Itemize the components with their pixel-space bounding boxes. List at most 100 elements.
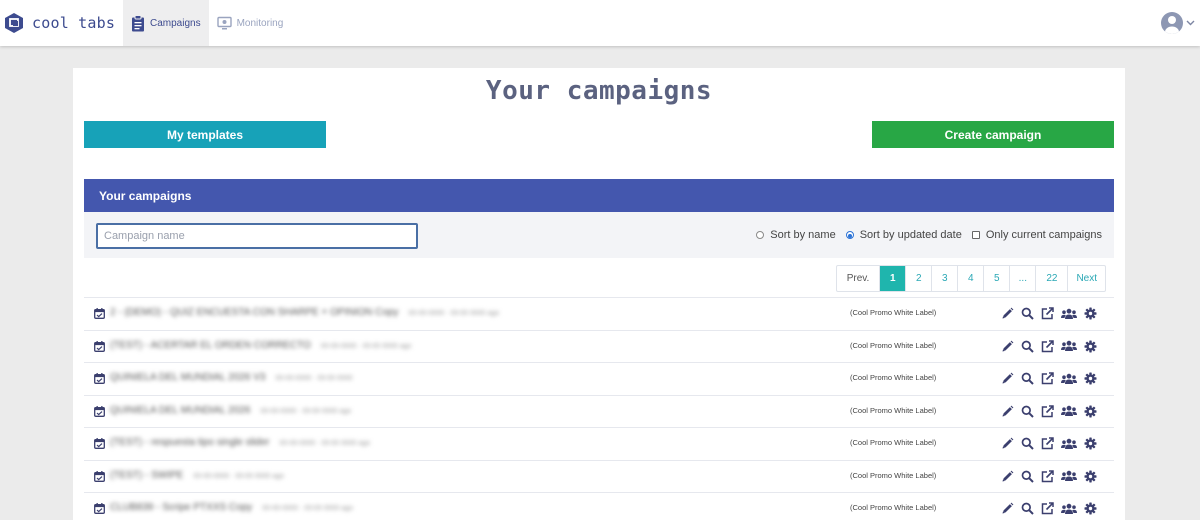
- gear-icon[interactable]: [1084, 372, 1097, 385]
- users-icon[interactable]: [1061, 373, 1077, 385]
- external-link-icon[interactable]: [1041, 502, 1054, 515]
- sort-by-date-label: Sort by updated date: [859, 229, 962, 241]
- my-templates-button[interactable]: My templates: [84, 121, 326, 148]
- page-title: Your campaigns: [485, 76, 713, 106]
- pencil-icon[interactable]: [1001, 405, 1014, 418]
- gear-icon[interactable]: [1084, 307, 1097, 320]
- campaign-label: (Cool Promo White Label): [850, 340, 937, 350]
- users-icon[interactable]: [1061, 405, 1077, 417]
- pagination-page-5[interactable]: 5: [983, 266, 1009, 291]
- search-icon[interactable]: [1021, 470, 1034, 483]
- campaign-actions: [994, 502, 1097, 515]
- campaign-name[interactable]: CLUB839 - Scripe PTXXS Copy 00-00-0000 · …: [110, 502, 353, 513]
- external-link-icon[interactable]: [1041, 307, 1054, 320]
- pagination-page-3[interactable]: 3: [931, 266, 957, 291]
- pencil-icon[interactable]: [1001, 340, 1014, 353]
- radio-indicator-selected: [845, 231, 854, 239]
- sort-by-name-label: Sort by name: [770, 229, 836, 241]
- campaign-name[interactable]: (TEST) - respuesta tipo single slider 00-…: [110, 437, 370, 448]
- calendar-check-icon: [94, 373, 105, 384]
- search-icon[interactable]: [1021, 372, 1034, 385]
- create-campaign-button[interactable]: Create campaign: [872, 121, 1114, 148]
- campaign-label: (Cool Promo White Label): [850, 373, 937, 382]
- campaign-row[interactable]: 2 - (DEMO) - QUIZ ENCUESTA CON SHARPE + …: [84, 297, 1114, 330]
- search-icon[interactable]: [1021, 405, 1034, 418]
- panel-header: Your campaigns: [84, 179, 1114, 212]
- campaign-row[interactable]: CLUB839 - Scripe PTXXS Copy 00-00-0000 · …: [84, 492, 1114, 520]
- sort-options: Sort by name Sort by updated date Only c…: [746, 229, 1102, 241]
- campaigns-card: Your campaigns My templates Create campa…: [73, 68, 1125, 520]
- external-link-icon[interactable]: [1041, 372, 1054, 385]
- pagination-page-2[interactable]: 2: [905, 266, 931, 291]
- pagination-next[interactable]: Next: [1067, 266, 1105, 291]
- pencil-icon[interactable]: [1001, 502, 1014, 515]
- tab-campaigns-label: Campaigns: [150, 17, 201, 29]
- calendar-check-icon: [94, 438, 105, 449]
- brand[interactable]: cool tabs: [0, 0, 123, 46]
- campaign-name[interactable]: (TEST) - ACERTAR EL ORDEN CORRECTO 00-00-…: [110, 340, 411, 351]
- search-icon[interactable]: [1021, 502, 1034, 515]
- pencil-icon[interactable]: [1001, 307, 1014, 320]
- users-icon[interactable]: [1061, 308, 1077, 320]
- campaign-name[interactable]: QUINIELA DEL MUNDIAL 2026 V3 00-00-0000 ·…: [110, 372, 353, 383]
- campaign-name[interactable]: QUINIELA DEL MUNDIAL 2026 00-00-0000 · 00…: [110, 405, 351, 416]
- campaign-actions: [994, 307, 1097, 320]
- gear-icon[interactable]: [1084, 405, 1097, 418]
- calendar-check-icon: [94, 340, 105, 352]
- campaign-actions: [994, 372, 1097, 385]
- campaign-name[interactable]: 2 - (DEMO) - QUIZ ENCUESTA CON SHARPE + …: [110, 307, 499, 318]
- external-link-icon[interactable]: [1041, 437, 1054, 450]
- campaign-row[interactable]: (TEST) - SWIPE 00-00-0000 · 00:00 0000 ag…: [84, 459, 1114, 493]
- pagination-page-1[interactable]: 1: [879, 266, 906, 291]
- pencil-icon[interactable]: [1001, 372, 1014, 385]
- campaign-label: (Cool Promo White Label): [850, 438, 937, 447]
- users-icon[interactable]: [1061, 470, 1077, 482]
- pagination: Prev. 1 2 3 4 5 ... 22 Next: [835, 265, 1106, 292]
- search-icon[interactable]: [1021, 307, 1034, 320]
- search-icon[interactable]: [1021, 340, 1034, 353]
- panel-title: Your campaigns: [99, 188, 192, 203]
- gear-icon[interactable]: [1084, 340, 1097, 353]
- campaign-row[interactable]: (TEST) - respuesta tipo single slider 00-…: [84, 427, 1114, 460]
- top-navbar: cool tabs Campaigns Monitoring: [0, 0, 1200, 46]
- gear-icon[interactable]: [1084, 470, 1097, 483]
- radio-indicator: [756, 231, 765, 239]
- campaign-row[interactable]: QUINIELA DEL MUNDIAL 2026 V3 00-00-0000 ·…: [84, 362, 1114, 395]
- campaign-list: 2 - (DEMO) - QUIZ ENCUESTA CON SHARPE + …: [84, 297, 1114, 520]
- external-link-icon[interactable]: [1041, 469, 1054, 483]
- pencil-icon[interactable]: [1001, 470, 1014, 483]
- users-icon[interactable]: [1061, 340, 1077, 352]
- gear-icon[interactable]: [1084, 437, 1097, 450]
- external-link-icon[interactable]: [1041, 339, 1054, 353]
- search-icon[interactable]: [1021, 437, 1034, 450]
- user-menu[interactable]: [1161, 0, 1200, 46]
- pencil-icon[interactable]: [1001, 437, 1014, 450]
- pagination-prev[interactable]: Prev.: [837, 266, 880, 291]
- external-link-icon[interactable]: [1041, 404, 1054, 418]
- only-current-checkbox[interactable]: Only current campaigns: [971, 229, 1102, 241]
- campaign-label: (Cool Promo White Label): [850, 503, 937, 512]
- sort-by-name-radio[interactable]: Sort by name: [756, 229, 836, 241]
- users-icon[interactable]: [1061, 438, 1077, 450]
- tab-campaigns[interactable]: Campaigns: [123, 0, 209, 46]
- campaign-name[interactable]: (TEST) - SWIPE 00-00-0000 · 00:00 0000 ag…: [110, 470, 284, 481]
- checkbox-indicator: [971, 231, 980, 239]
- tab-monitoring-label: Monitoring: [236, 17, 284, 29]
- campaign-search-input[interactable]: [96, 223, 418, 249]
- tab-monitoring[interactable]: Monitoring: [209, 0, 292, 46]
- sort-by-date-radio[interactable]: Sort by updated date: [845, 229, 962, 241]
- calendar-check-icon: [94, 503, 105, 514]
- users-icon[interactable]: [1061, 503, 1077, 515]
- calendar-check-icon: [94, 405, 105, 417]
- campaign-row[interactable]: QUINIELA DEL MUNDIAL 2026 00-00-0000 · 00…: [84, 394, 1114, 428]
- gear-icon[interactable]: [1084, 502, 1097, 515]
- pagination-ellipsis: ...: [1009, 266, 1035, 291]
- brand-name: cool tabs: [32, 14, 116, 32]
- monitor-icon: [216, 16, 232, 29]
- user-avatar-icon: [1161, 12, 1183, 34]
- chevron-down-icon: [1186, 20, 1195, 26]
- calendar-check-icon: [94, 308, 105, 319]
- pagination-page-4[interactable]: 4: [957, 266, 983, 291]
- pagination-page-22[interactable]: 22: [1035, 266, 1067, 291]
- campaign-row[interactable]: (TEST) - ACERTAR EL ORDEN CORRECTO 00-00-…: [84, 329, 1114, 363]
